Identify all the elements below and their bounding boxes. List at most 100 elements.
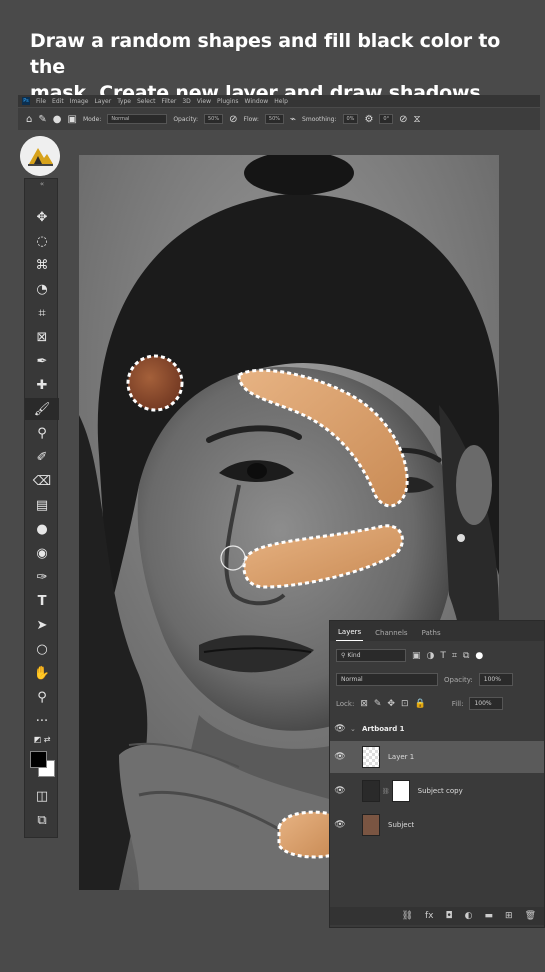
tab-channels[interactable]: Channels <box>373 625 409 641</box>
history-brush-tool-icon[interactable]: ✐ <box>25 446 59 468</box>
visibility-eye-icon[interactable]: 👁 <box>330 752 350 762</box>
menu-item-help[interactable]: Help <box>274 98 288 105</box>
chain-link-icon[interactable]: ⛓ <box>382 788 390 795</box>
symmetry-icon[interactable]: ⧖ <box>413 114 420 125</box>
shape-tool-icon[interactable]: ○ <box>25 638 59 660</box>
fill-input[interactable]: 100% <box>469 697 504 710</box>
mode-select[interactable]: Normal <box>107 114 168 124</box>
blend-row: Normal Opacity: 100% <box>330 673 544 686</box>
hand-tool-icon[interactable]: ✋ <box>25 662 59 684</box>
foreground-color-swatch[interactable] <box>30 751 47 768</box>
healing-tool-icon[interactable]: ✚ <box>25 374 59 396</box>
menu-item-filter[interactable]: Filter <box>162 98 177 105</box>
lock-pixels-icon[interactable]: ✎ <box>374 699 382 709</box>
eraser-tool-icon[interactable]: ⌫ <box>25 470 59 492</box>
link-layers-icon[interactable]: ⛓ <box>402 911 413 921</box>
filter-kind-select[interactable]: ⚲ Kind <box>336 649 406 662</box>
lock-label: Lock: <box>336 699 355 708</box>
filter-toggle-icon[interactable]: ● <box>475 651 483 661</box>
marquee-tool-icon[interactable]: ◌ <box>25 230 59 252</box>
brush-size-icon[interactable]: ● <box>53 114 62 125</box>
dodge-tool-icon[interactable]: ◉ <box>25 542 59 564</box>
lock-artboard-icon[interactable]: ⊡ <box>401 699 409 709</box>
layers-panel-tabs: Layers Channels Paths <box>330 621 544 641</box>
painted-hand-shape <box>279 812 334 857</box>
pressure-opacity-icon[interactable]: ⊘ <box>229 114 237 125</box>
blend-mode-select[interactable]: Normal <box>336 673 438 686</box>
visibility-eye-icon[interactable]: 👁 <box>330 724 350 734</box>
lasso-tool-icon[interactable]: ⌘ <box>25 254 59 276</box>
eyedropper-tool-icon[interactable]: ✒ <box>25 350 59 372</box>
blur-tool-icon[interactable]: ● <box>25 518 59 540</box>
lock-row: Lock: ⊠ ✎ ✥ ⊡ 🔒 Fill: 100% <box>330 697 544 710</box>
pen-tool-icon[interactable]: ✑ <box>25 566 59 588</box>
frame-tool-icon[interactable]: ⊠ <box>25 326 59 348</box>
add-mask-icon[interactable]: ◘ <box>446 911 453 921</box>
brush-settings-icon[interactable]: ▣ <box>67 114 76 125</box>
layer-thumbnail-transparent <box>362 746 380 768</box>
visibility-eye-icon[interactable]: 👁 <box>330 786 350 796</box>
opacity-field[interactable]: 50% <box>203 114 224 124</box>
home-icon[interactable]: ⌂ <box>26 114 32 125</box>
type-tool-icon[interactable]: T <box>25 590 59 612</box>
tab-paths[interactable]: Paths <box>420 625 443 641</box>
path-select-tool-icon[interactable]: ➤ <box>25 614 59 636</box>
menu-item-3d[interactable]: 3D <box>182 98 190 105</box>
menu-item-image[interactable]: Image <box>70 98 89 105</box>
opacity-label: Opacity: <box>173 115 198 123</box>
menu-bar: Ps File Edit Image Layer Type Select Fil… <box>18 95 540 107</box>
layer-thumbnail-portrait <box>362 780 380 802</box>
stamp-tool-icon[interactable]: ⚲ <box>25 422 59 444</box>
group-expand-chevron-icon[interactable]: ⌄ <box>350 725 362 733</box>
menu-item-file[interactable]: File <box>36 98 46 105</box>
smoothing-settings-icon[interactable]: ⚙ <box>364 114 373 125</box>
lock-position-icon[interactable]: ✥ <box>387 699 395 709</box>
gradient-tool-icon[interactable]: ▤ <box>25 494 59 516</box>
brush-preset-icon[interactable]: ✎ <box>38 114 46 125</box>
layer-row-layer-1[interactable]: 👁 Layer 1 <box>330 741 544 773</box>
filter-adjustment-icon[interactable]: ◑ <box>427 651 435 661</box>
angle-field[interactable]: 0° <box>379 114 394 124</box>
layer-name: Subject copy <box>417 787 463 795</box>
quick-mask-icon[interactable]: ◫ <box>25 785 59 807</box>
layer-row-subject-copy[interactable]: 👁 ⛓ Subject copy <box>330 775 544 807</box>
brush-tool-icon[interactable]: 🖌 <box>25 398 59 420</box>
menu-item-window[interactable]: Window <box>245 98 269 105</box>
menu-item-edit[interactable]: Edit <box>52 98 64 105</box>
layer-row-subject[interactable]: 👁 Subject <box>330 809 544 841</box>
layer-mask-thumbnail[interactable] <box>391 780 410 802</box>
collapse-icon[interactable]: « <box>25 179 59 189</box>
menu-item-type[interactable]: Type <box>117 98 131 105</box>
pressure-size-icon[interactable]: ⊘ <box>399 114 407 125</box>
default-colors-icon[interactable]: ◩ ⇄ <box>25 732 59 746</box>
fx-icon[interactable]: fx <box>425 911 434 921</box>
smoothing-field[interactable]: 0% <box>342 114 359 124</box>
crop-tool-icon[interactable]: ⌗ <box>25 302 59 324</box>
menu-item-layer[interactable]: Layer <box>94 98 111 105</box>
filter-smart-object-icon[interactable]: ⧉ <box>463 651 469 661</box>
artboard-group-row[interactable]: 👁 ⌄ Artboard 1 <box>330 719 544 739</box>
flow-field[interactable]: 50% <box>264 114 285 124</box>
move-tool-icon[interactable]: ✥ <box>25 206 59 228</box>
opacity-input[interactable]: 100% <box>478 673 513 686</box>
filter-kind-value: Kind <box>347 652 361 659</box>
lock-transparent-icon[interactable]: ⊠ <box>360 699 368 709</box>
filter-type-icon[interactable]: T <box>440 651 446 661</box>
menu-item-select[interactable]: Select <box>137 98 156 105</box>
menu-item-plugins[interactable]: Plugins <box>217 98 239 105</box>
screen-mode-icon[interactable]: ⧉ <box>25 809 59 831</box>
filter-shape-icon[interactable]: ⌗ <box>452 651 457 661</box>
filter-pixel-icon[interactable]: ▣ <box>412 651 421 661</box>
menu-item-view[interactable]: View <box>197 98 211 105</box>
quick-select-tool-icon[interactable]: ◔ <box>25 278 59 300</box>
visibility-eye-icon[interactable]: 👁 <box>330 820 350 830</box>
airbrush-icon[interactable]: ⌁ <box>290 114 296 125</box>
more-tools-icon[interactable]: ··· <box>25 710 59 732</box>
new-layer-icon[interactable]: ⊞ <box>505 911 513 921</box>
new-group-icon[interactable]: ▬ <box>485 911 494 921</box>
tab-layers[interactable]: Layers <box>336 624 364 641</box>
delete-layer-icon[interactable]: 🗑 <box>525 911 536 921</box>
adjustment-layer-icon[interactable]: ◐ <box>465 911 473 921</box>
zoom-tool-icon[interactable]: ⚲ <box>25 686 59 708</box>
lock-all-icon[interactable]: 🔒 <box>415 699 426 709</box>
